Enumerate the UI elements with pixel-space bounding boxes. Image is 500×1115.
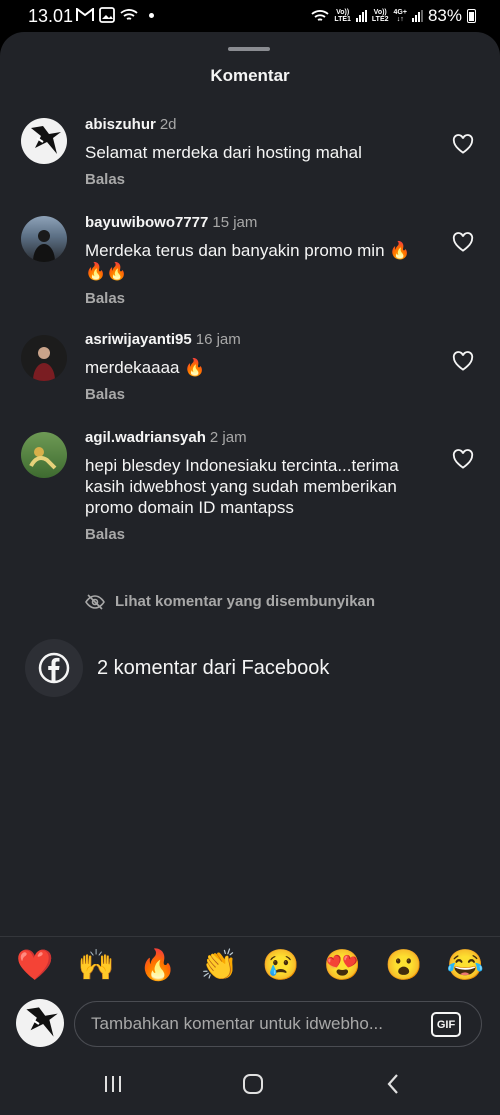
gallery-icon xyxy=(99,7,115,23)
facebook-comments-label: 2 komentar dari Facebook xyxy=(97,656,330,679)
comment-username[interactable]: abiszuhur xyxy=(85,116,156,133)
network-type-label: 4G+ ↓↑ xyxy=(393,9,407,23)
show-hidden-comments-link[interactable]: Lihat komentar yang disembunyikan xyxy=(85,593,375,610)
reply-button[interactable]: Balas xyxy=(85,386,430,403)
emoji-heart-eyes[interactable]: 😍 xyxy=(319,946,365,986)
reply-button[interactable]: Balas xyxy=(85,171,430,188)
avatar[interactable] xyxy=(21,335,67,381)
facebook-icon-wrapper xyxy=(25,639,83,697)
comment-time: 16 jam xyxy=(195,331,241,348)
back-button[interactable] xyxy=(378,1070,408,1098)
emoji-heart[interactable]: ❤️ xyxy=(12,946,58,986)
eye-off-icon xyxy=(85,593,105,610)
emoji-fire[interactable]: 🔥 xyxy=(135,946,181,986)
comment-input[interactable] xyxy=(91,1002,421,1046)
comment-time: 2d xyxy=(159,116,177,133)
comment-input-row: GIF xyxy=(0,998,500,1050)
heart-icon[interactable] xyxy=(452,134,474,154)
reply-button[interactable]: Balas xyxy=(85,526,430,543)
comment-username[interactable]: bayuwibowo7777 xyxy=(85,214,208,231)
comment-username[interactable]: asriwijayanti95 xyxy=(85,331,192,348)
signal-bars-icon xyxy=(355,10,367,22)
comment-text: merdekaaaa 🔥 xyxy=(85,358,206,377)
status-time: 13.01 xyxy=(28,6,74,26)
comment-text: Selamat merdeka dari hosting mahal xyxy=(85,143,362,162)
comment-text: Merdeka terus dan banyakin promo min 🔥🔥🔥 xyxy=(85,241,411,281)
sheet-title: Komentar xyxy=(210,66,290,85)
heart-icon[interactable] xyxy=(452,351,474,371)
system-navigation-bar xyxy=(0,1052,500,1115)
heart-icon[interactable] xyxy=(452,232,474,252)
comment-time: 2 jam xyxy=(209,429,247,446)
comment-input-box: GIF xyxy=(74,1001,482,1047)
emoji-clap[interactable]: 👏 xyxy=(196,946,242,986)
show-hidden-comments-label: Lihat komentar yang disembunyikan xyxy=(115,593,376,610)
heart-icon[interactable] xyxy=(452,449,474,469)
emoji-surprised[interactable]: 😮 xyxy=(381,946,427,986)
facebook-comments-row[interactable]: 2 komentar dari Facebook xyxy=(25,639,329,697)
emoji-crying[interactable]: 😢 xyxy=(258,946,304,986)
status-bar: 13.01 Vo)) LTE1 Vo)) LTE2 4G+ ↓↑ 83% xyxy=(0,0,500,32)
notification-dot-icon xyxy=(149,12,154,18)
avatar[interactable] xyxy=(21,216,67,262)
home-icon xyxy=(243,1074,263,1094)
avatar[interactable] xyxy=(21,118,67,164)
comment-text: hepi blesdey Indonesiaku tercinta...teri… xyxy=(85,456,399,517)
back-icon xyxy=(387,1074,398,1094)
recent-apps-button[interactable] xyxy=(98,1070,128,1098)
avatar[interactable] xyxy=(21,432,67,478)
wifi-icon xyxy=(311,10,329,21)
recent-apps-icon xyxy=(105,1076,121,1092)
home-button[interactable] xyxy=(238,1070,268,1098)
reply-button[interactable]: Balas xyxy=(85,290,430,307)
facebook-icon xyxy=(38,652,70,684)
comments-sheet: Komentar abiszuhur 2d Selamat merdeka dar… xyxy=(0,32,500,1052)
quick-emoji-bar: ❤️ 🙌 🔥 👏 😢 😍 😮 😂 xyxy=(0,946,500,986)
gmail-icon xyxy=(76,8,94,21)
emoji-laughing[interactable]: 😂 xyxy=(442,946,488,986)
my-avatar xyxy=(16,999,64,1047)
network-indicator-1: Vo)) LTE1 xyxy=(334,9,351,23)
wifi-calling-icon xyxy=(120,9,138,20)
emoji-raising-hands[interactable]: 🙌 xyxy=(73,946,119,986)
battery-percentage: 83% xyxy=(427,6,462,25)
gif-button[interactable]: GIF xyxy=(431,1012,461,1037)
signal-bars-icon xyxy=(411,10,423,22)
divider xyxy=(0,936,500,937)
drag-handle[interactable] xyxy=(228,47,270,51)
network-indicator-2: Vo)) LTE2 xyxy=(371,9,389,23)
battery-icon xyxy=(467,9,476,23)
comment-time: 15 jam xyxy=(212,214,258,231)
comment-username[interactable]: agil.wadriansyah xyxy=(85,429,206,446)
